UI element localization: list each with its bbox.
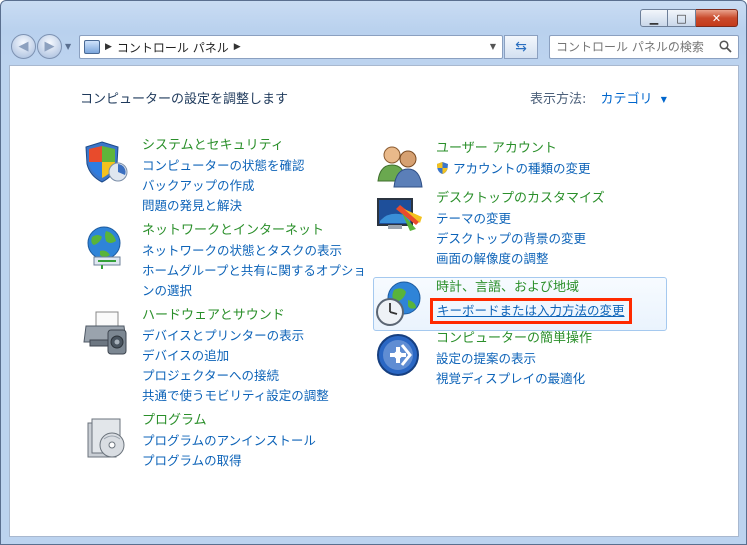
refresh-icon: ⇆ — [515, 39, 527, 55]
network-globe-icon — [87, 226, 121, 269]
chevron-down-icon[interactable]: ▼ — [661, 95, 667, 104]
category-title-user-accounts[interactable]: ユーザー アカウント — [436, 139, 591, 159]
breadcrumb-separator-icon[interactable]: ▶ — [105, 42, 112, 52]
users-icon — [377, 146, 423, 188]
category-title-network-internet[interactable]: ネットワークとインターネット — [142, 221, 366, 241]
search-icon[interactable] — [719, 40, 732, 53]
ease-of-access-icon — [377, 334, 419, 376]
search-input[interactable] — [556, 40, 711, 54]
link-get-recommendations[interactable]: 設定の提案の表示 — [436, 349, 592, 369]
forward-button[interactable]: ▶ — [37, 34, 62, 59]
link-find-fix-problems[interactable]: 問題の発見と解決 — [142, 196, 305, 216]
close-button[interactable]: ✕ — [696, 9, 738, 27]
control-panel-icon — [84, 40, 100, 54]
link-view-network-status[interactable]: ネットワークの状態とタスクの表示 — [142, 241, 366, 261]
view-by-dropdown[interactable]: カテゴリ — [601, 92, 653, 107]
link-change-keyboard-input[interactable]: キーボードまたは入力方法の変更 — [430, 298, 632, 324]
link-create-backup[interactable]: バックアップの作成 — [142, 176, 305, 196]
desktop-paint-icon — [377, 198, 422, 231]
link-mobility-settings[interactable]: 共通で使うモビリティ設定の調整 — [142, 386, 329, 406]
back-button[interactable]: ◀ — [11, 34, 36, 59]
link-change-account-type: アカウントの種類の変更 — [436, 159, 591, 179]
back-arrow-icon: ◀ — [18, 39, 29, 54]
category-title-clock-language-region[interactable]: 時計、言語、および地域 — [436, 278, 632, 298]
control-panel-window: ▁ □ ✕ ◀ ▶ ▼ ▶ コントロール パネル ▶ ▼ ⇆ コンピューターの設… — [0, 0, 747, 545]
link-homegroup-options[interactable]: ホームグループと共有に関するオプショ — [142, 261, 366, 281]
category-title-desktop-customization[interactable]: デスクトップのカスタマイズ — [436, 189, 605, 209]
link-connect-projector[interactable]: プロジェクターへの接続 — [142, 366, 329, 386]
printer-icon — [83, 311, 127, 355]
link-change-account-type-label[interactable]: アカウントの種類の変更 — [453, 161, 591, 176]
link-check-computer-status[interactable]: コンピューターの状態を確認 — [142, 156, 305, 176]
page-title: コンピューターの設定を調整します — [80, 92, 289, 107]
address-bar[interactable]: ▶ コントロール パネル ▶ ▼ — [79, 35, 503, 59]
caption-buttons: ▁ □ ✕ — [640, 9, 738, 27]
forward-arrow-icon: ▶ — [44, 39, 55, 54]
clock-globe-icon — [376, 281, 421, 326]
link-get-programs[interactable]: プログラムの取得 — [142, 451, 316, 471]
link-view-devices-printers[interactable]: デバイスとプリンターの表示 — [142, 326, 329, 346]
breadcrumb-control-panel[interactable]: コントロール パネル — [117, 39, 229, 56]
recent-pages-dropdown-icon[interactable]: ▼ — [65, 42, 71, 51]
category-title-system-security[interactable]: システムとセキュリティ — [142, 136, 305, 156]
refresh-button[interactable]: ⇆ — [504, 35, 538, 59]
link-uninstall-program[interactable]: プログラムのアンインストール — [142, 431, 316, 451]
category-title-hardware-sound[interactable]: ハードウェアとサウンド — [142, 306, 329, 326]
programs-icon — [87, 418, 125, 458]
navigation-bar: ◀ ▶ ▼ ▶ コントロール パネル ▶ ▼ ⇆ — [9, 33, 739, 61]
uac-shield-icon — [437, 162, 448, 174]
view-by-label: 表示方法: — [530, 92, 587, 107]
view-by: 表示方法: カテゴリ ▼ — [530, 88, 667, 107]
minimize-button[interactable]: ▁ — [640, 9, 668, 27]
link-homegroup-options-cont[interactable]: ンの選択 — [142, 281, 366, 301]
breadcrumb-chevron-icon[interactable]: ▶ — [234, 42, 241, 52]
shield-icon — [85, 141, 128, 183]
search-box — [549, 35, 739, 59]
maximize-button[interactable]: □ — [668, 9, 696, 27]
category-title-programs[interactable]: プログラム — [142, 411, 316, 431]
link-adjust-screen-resolution[interactable]: 画面の解像度の調整 — [436, 249, 605, 269]
link-change-desktop-background[interactable]: デスクトップの背景の変更 — [436, 229, 605, 249]
link-add-device[interactable]: デバイスの追加 — [142, 346, 329, 366]
link-optimize-visual-display[interactable]: 視覚ディスプレイの最適化 — [436, 369, 592, 389]
category-title-ease-of-access[interactable]: コンピューターの簡単操作 — [436, 329, 592, 349]
address-dropdown-icon[interactable]: ▼ — [490, 42, 496, 51]
link-change-theme[interactable]: テーマの変更 — [436, 209, 605, 229]
content-pane: コンピューターの設定を調整します 表示方法: カテゴリ ▼ システムとセキュリテ… — [9, 65, 739, 537]
